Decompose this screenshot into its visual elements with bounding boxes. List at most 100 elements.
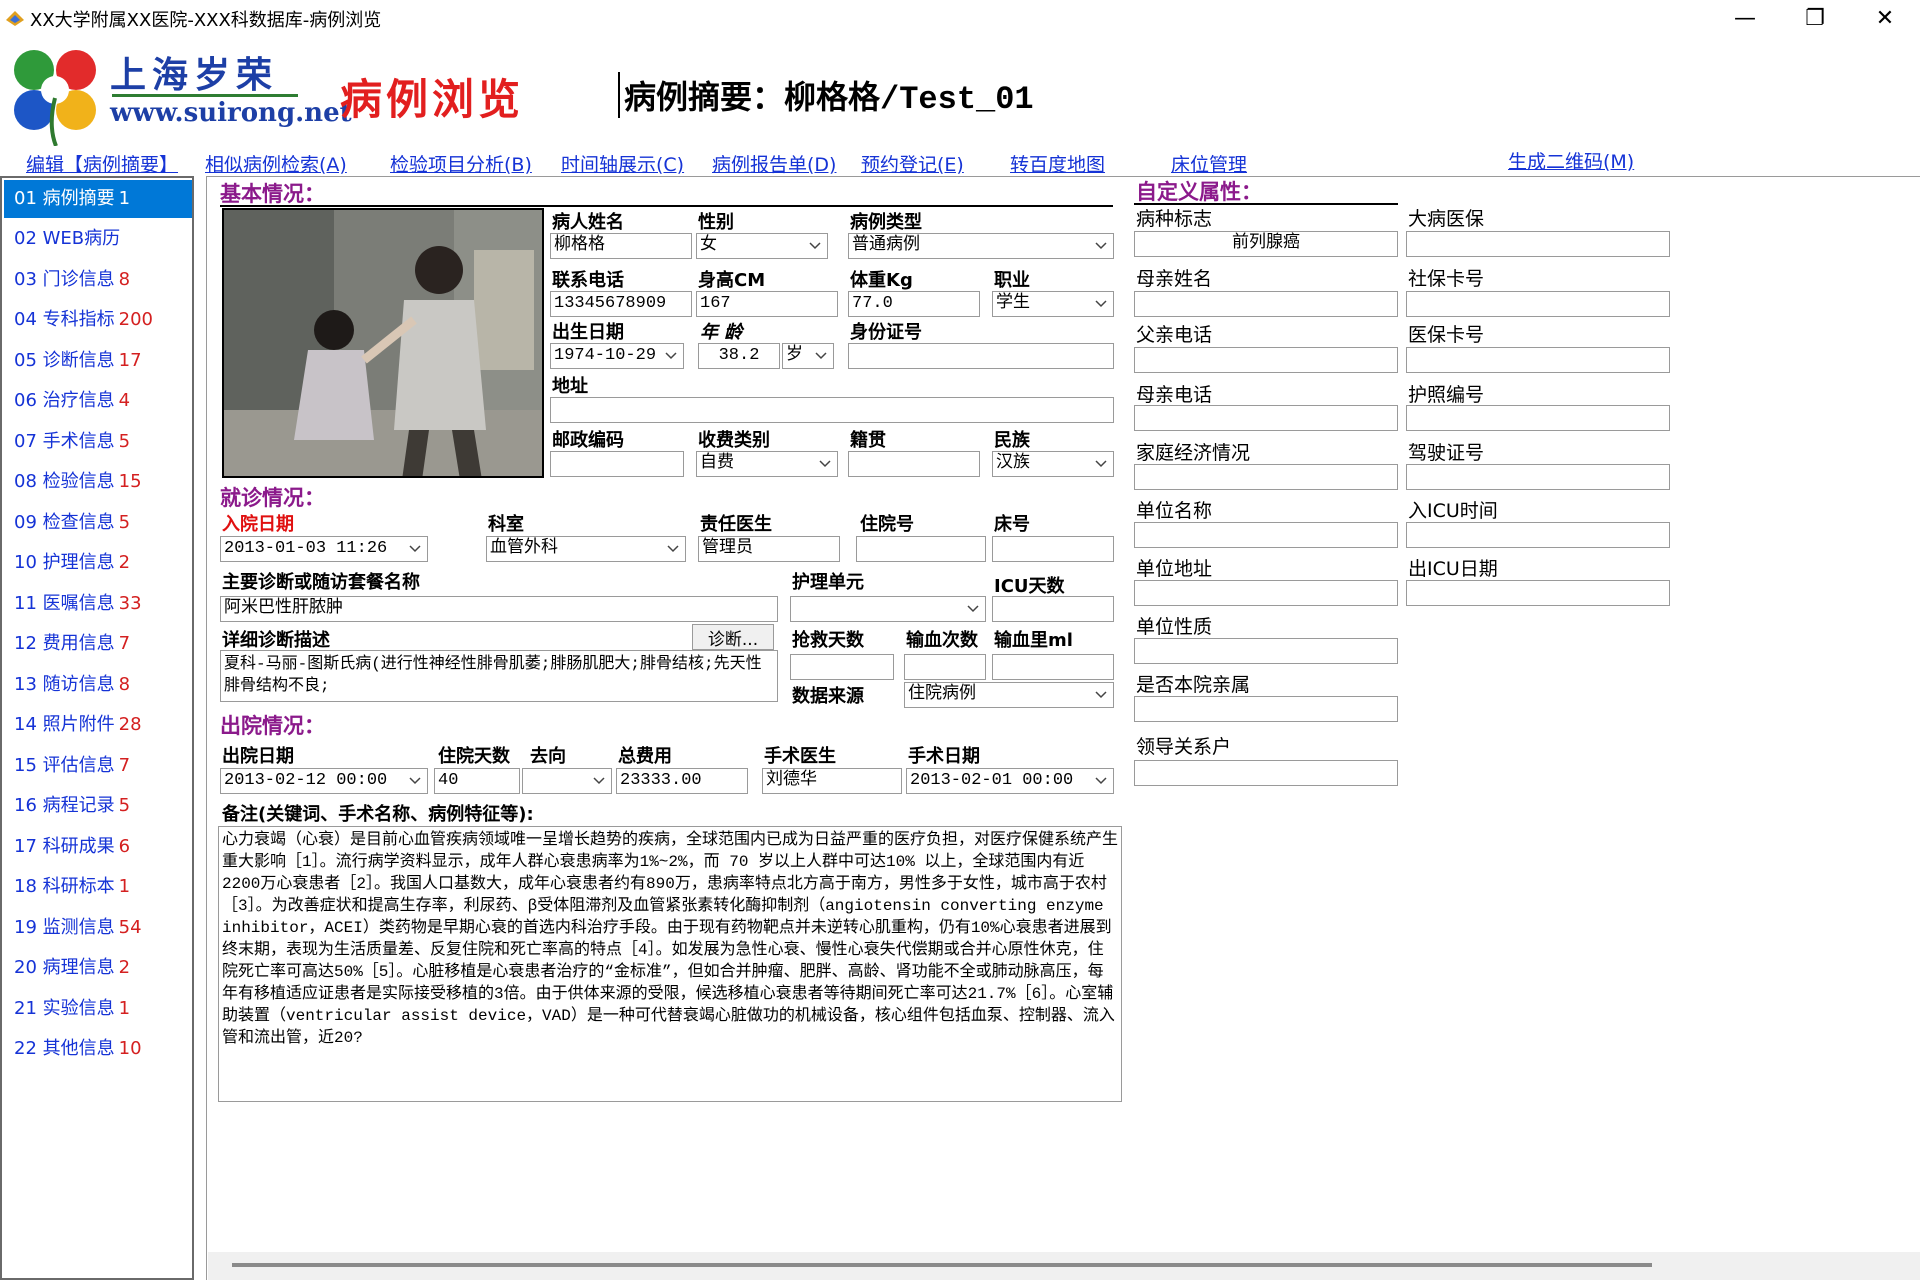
case-type-select[interactable]: 普通病例 (848, 233, 1114, 259)
menu-timeline[interactable]: 时间轴展示(C) (561, 150, 684, 177)
main-diagnosis-field[interactable]: 阿米巴性肝脓肿 (220, 596, 778, 622)
sidebar-item-progress-notes[interactable]: 16 病程记录 5 (4, 787, 192, 825)
menu-similar-search[interactable]: 相似病例检索(A) (205, 150, 347, 177)
doctor-field[interactable]: 管理员 (698, 536, 840, 562)
menu-qr-code[interactable]: 生成二维码(M) (1508, 147, 1634, 174)
sidebar-item-experiment[interactable]: 21 实验信息 1 (4, 990, 192, 1028)
disease-flag-field[interactable]: 前列腺癌 (1134, 231, 1398, 257)
sidebar-item-nursing[interactable]: 10 护理信息 2 (4, 544, 192, 582)
transfusion-volume-field[interactable] (992, 654, 1114, 680)
data-source-select[interactable]: 住院病例 (904, 682, 1114, 708)
menu-appointment[interactable]: 预约登记(E) (861, 150, 964, 177)
diagnosis-detail-textarea[interactable]: 夏科-马丽-图斯氏病(进行性神经性腓骨肌萎;腓肠肌肥大;腓骨结核;先天性腓骨结构… (220, 650, 778, 702)
medical-insurance-no-field[interactable] (1406, 347, 1670, 373)
transfusion-count-field[interactable] (904, 654, 986, 680)
employer-name-field[interactable] (1134, 522, 1398, 548)
chevron-down-icon (803, 234, 827, 258)
stay-days-field[interactable]: 40 (434, 768, 520, 794)
maximize-button[interactable]: ❐ (1780, 0, 1850, 36)
rescue-days-field[interactable] (790, 654, 894, 680)
sidebar-item-fees[interactable]: 12 费用信息 7 (4, 625, 192, 663)
label-driver-license-no: 驾驶证号 (1408, 442, 1485, 464)
zip-field[interactable] (550, 451, 684, 477)
sidebar-item-treatment[interactable]: 06 治疗信息 4 (4, 382, 192, 420)
total-cost-field[interactable]: 23333.00 (616, 768, 748, 794)
birth-date-picker[interactable]: 1974-10-29 (550, 343, 684, 369)
sidebar-item-specialty-index[interactable]: 04 专科指标 200 (4, 301, 192, 339)
sidebar-item-assessment[interactable]: 15 评估信息 7 (4, 747, 192, 785)
sidebar-item-outpatient[interactable]: 03 门诊信息 8 (4, 261, 192, 299)
employer-address-field[interactable] (1134, 580, 1398, 606)
sidebar: 01 病例摘要 1 02 WEB病历 03 门诊信息 8 04 专科指标 200 05… (0, 176, 194, 1280)
sidebar-item-research-samples[interactable]: 18 科研标本 1 (4, 868, 192, 906)
icu-days-field[interactable] (992, 596, 1114, 622)
weight-field[interactable]: 77.0 (848, 291, 980, 317)
mother-name-field[interactable] (1134, 291, 1398, 317)
inpatient-no-field[interactable] (856, 536, 986, 562)
sidebar-item-diagnosis[interactable]: 05 诊断信息 17 (4, 342, 192, 380)
menu-edit-summary[interactable]: 编辑【病例摘要】 (26, 150, 178, 177)
sidebar-item-lab-test[interactable]: 08 检验信息 15 (4, 463, 192, 501)
menu-baidu-map[interactable]: 转百度地图 (1010, 150, 1105, 177)
admit-date-picker[interactable]: 2013-01-03 11:26 (220, 536, 428, 562)
native-place-field[interactable] (848, 451, 980, 477)
ethnicity-select[interactable]: 汉族 (992, 451, 1114, 477)
scrollbar-thumb[interactable] (232, 1263, 1652, 1267)
id-number-field[interactable] (848, 343, 1114, 369)
patient-name-field[interactable]: 柳格格 (550, 233, 692, 259)
hospital-relative-field[interactable] (1134, 696, 1398, 722)
surgeon-field[interactable]: 刘德华 (762, 768, 902, 794)
age-unit-select[interactable]: 岁 (782, 343, 834, 369)
notes-textarea[interactable]: 心力衰竭（心衰）是目前心血管疾病领域唯一呈增长趋势的疾病，全球范围内已成为日益严… (218, 826, 1122, 1102)
sidebar-item-case-summary[interactable]: 01 病例摘要 1 (4, 180, 192, 218)
label-sex: 性别 (698, 212, 734, 233)
label-hospital-relative: 是否本院亲属 (1136, 674, 1251, 696)
icu-out-date-field[interactable] (1406, 580, 1670, 606)
family-economy-field[interactable] (1134, 464, 1398, 490)
occupation-select[interactable]: 学生 (992, 291, 1114, 317)
chevron-down-icon (659, 344, 683, 368)
discharge-date-picker[interactable]: 2013-02-12 00:00 (220, 768, 428, 794)
social-security-no-field[interactable] (1406, 291, 1670, 317)
sidebar-item-monitoring[interactable]: 19 监测信息 54 (4, 909, 192, 947)
menu-lab-analysis[interactable]: 检验项目分析(B) (390, 150, 532, 177)
father-phone-field[interactable] (1134, 347, 1398, 373)
phone-field[interactable]: 13345678909 (550, 291, 692, 317)
sidebar-item-orders[interactable]: 11 医嘱信息 33 (4, 585, 192, 623)
height-field[interactable]: 167 (696, 291, 838, 317)
menu-case-report[interactable]: 病例报告单(D) (712, 150, 836, 177)
nursing-unit-select[interactable] (790, 596, 986, 622)
icu-in-time-field[interactable] (1406, 522, 1670, 548)
minimize-button[interactable]: — (1710, 0, 1780, 36)
label-phone: 联系电话 (552, 270, 624, 291)
menu-bed-management[interactable]: 床位管理 (1171, 150, 1247, 177)
major-illness-insurance-field[interactable] (1406, 231, 1670, 257)
address-field[interactable] (550, 397, 1114, 423)
mother-phone-field[interactable] (1134, 405, 1398, 431)
destination-select[interactable] (522, 768, 612, 794)
passport-no-field[interactable] (1406, 405, 1670, 431)
fee-category-select[interactable]: 自费 (696, 451, 838, 477)
label-case-type: 病例类型 (850, 212, 922, 233)
close-button[interactable]: ✕ (1850, 0, 1920, 36)
bed-no-field[interactable] (992, 536, 1114, 562)
sidebar-item-surgery[interactable]: 07 手术信息 5 (4, 423, 192, 461)
age-field[interactable]: 38.2 (698, 343, 780, 369)
sidebar-item-other[interactable]: 22 其他信息 10 (4, 1030, 192, 1068)
sidebar-item-follow-up[interactable]: 13 随访信息 8 (4, 666, 192, 704)
employer-type-field[interactable] (1134, 638, 1398, 664)
driver-license-no-field[interactable] (1406, 464, 1670, 490)
patient-photo[interactable] (222, 208, 544, 478)
sidebar-item-research-results[interactable]: 17 科研成果 6 (4, 828, 192, 866)
department-select[interactable]: 血管外科 (486, 536, 686, 562)
sidebar-item-web-record[interactable]: 02 WEB病历 (4, 220, 192, 258)
surgery-date-picker[interactable]: 2013-02-01 00:00 (906, 768, 1114, 794)
label-major-illness-insurance: 大病医保 (1408, 208, 1485, 230)
sidebar-item-examination[interactable]: 09 检查信息 5 (4, 504, 192, 542)
sidebar-item-photo-attachments[interactable]: 14 照片附件 28 (4, 706, 192, 744)
vip-relation-field[interactable] (1134, 760, 1398, 786)
sidebar-item-pathology[interactable]: 20 病理信息 2 (4, 949, 192, 987)
sex-select[interactable]: 女 (696, 233, 828, 259)
label-surgery-date: 手术日期 (908, 746, 980, 767)
diagnosis-button[interactable]: 诊断... (692, 624, 774, 650)
